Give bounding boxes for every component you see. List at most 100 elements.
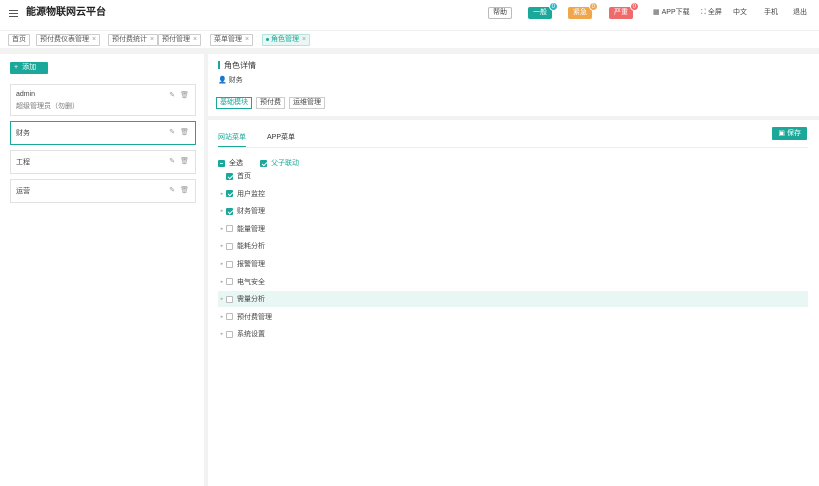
tab-prepaid-statistics[interactable]: 预付费统计 ×: [108, 34, 159, 46]
menu-item-label: 电气安全: [237, 278, 265, 286]
tab-basic-module[interactable]: 基础模块: [216, 97, 252, 109]
tab-label: 预付费统计: [112, 36, 147, 43]
edit-icon[interactable]: ✎: [169, 157, 175, 165]
menu-tree-item[interactable]: ▸ 能耗分析: [218, 238, 808, 254]
menu-tree-item[interactable]: ▸ 报警管理: [218, 256, 808, 272]
add-role-button[interactable]: + 添加: [10, 62, 48, 74]
menu-tree-item[interactable]: 首页: [218, 168, 808, 184]
menu-item-checkbox[interactable]: [226, 295, 233, 303]
menu-tree-item[interactable]: ▸ 系统设置: [218, 326, 808, 342]
alarm-severe-count: 0: [629, 2, 639, 11]
role-card-admin[interactable]: admin 超级管理员（勿删） ✎ 🗑: [10, 84, 196, 116]
menu-item-checkbox[interactable]: [226, 260, 233, 268]
fullscreen-label: 全屏: [707, 9, 722, 16]
tab-ops-management[interactable]: 运维管理: [289, 97, 325, 109]
alarm-urgent-button[interactable]: 紧急 0: [568, 2, 598, 19]
role-description: 超级管理员（勿删）: [16, 103, 79, 110]
menu-tree-item[interactable]: ▸ 电气安全: [218, 274, 808, 290]
selected-role-line: 👤 财务: [218, 75, 243, 85]
menu-tree-item[interactable]: ▸ 财务管理: [218, 203, 808, 219]
expand-arrow-icon[interactable]: ▸: [218, 296, 226, 302]
close-icon[interactable]: ×: [92, 36, 96, 43]
delete-icon[interactable]: 🗑: [180, 186, 189, 194]
menu-item-label: 能量管理: [237, 225, 265, 233]
tab-label: 首页: [12, 36, 26, 43]
tab-label: 角色管理: [271, 36, 299, 43]
select-all-checkbox[interactable]: [218, 159, 225, 167]
expand-arrow-icon[interactable]: ▸: [218, 191, 226, 197]
close-icon[interactable]: ×: [150, 36, 154, 43]
menu-tree-item[interactable]: ▸ 需量分析: [218, 291, 808, 308]
role-card-engineering[interactable]: 工程 ✎ 🗑: [10, 150, 196, 174]
menu-item-checkbox[interactable]: [226, 278, 233, 286]
menu-item-label: 财务管理: [237, 208, 265, 216]
tab-label: 菜单管理: [214, 36, 242, 43]
role-card-operations[interactable]: 运营 ✎ 🗑: [10, 179, 196, 203]
menu-tree-item[interactable]: ▸ 预付费管理: [218, 309, 808, 325]
expand-arrow-icon[interactable]: ▸: [218, 331, 226, 337]
menu-item-label: 预付费管理: [237, 313, 272, 321]
logout-link[interactable]: 退出: [793, 8, 807, 18]
close-icon[interactable]: ×: [193, 36, 197, 43]
menu-item-checkbox[interactable]: [226, 207, 233, 215]
user-icon: 👤: [218, 77, 227, 84]
linkage-option[interactable]: 父子联动: [260, 158, 299, 168]
select-all-option[interactable]: 全选: [218, 158, 243, 168]
add-role-label: 添加: [22, 64, 37, 71]
title-accent-bar: [218, 61, 220, 69]
menu-toggle-icon[interactable]: [9, 10, 18, 18]
edit-icon[interactable]: ✎: [169, 128, 175, 136]
linkage-checkbox[interactable]: [260, 159, 267, 167]
menu-tree-item[interactable]: ▸ 能量管理: [218, 221, 808, 237]
app-download-link[interactable]: ▦ APP下载: [653, 8, 690, 18]
expand-arrow-icon[interactable]: ▸: [218, 279, 226, 285]
menu-tree-item[interactable]: ▸ 用户监控: [218, 186, 808, 202]
tab-web-menu[interactable]: 网站菜单: [218, 132, 246, 142]
tab-menu-management[interactable]: 菜单管理 ×: [210, 34, 254, 46]
menu-item-label: 能耗分析: [237, 243, 265, 251]
menu-permission-panel: 网站菜单 APP菜单 ▣ 保存 全选 父子联动 首页 ▸ 用户监控 ▸ 财务管理 ▸ 能量管…: [208, 120, 819, 486]
save-button[interactable]: ▣ 保存: [772, 127, 807, 140]
tab-app-menu[interactable]: APP菜单: [267, 132, 295, 142]
alarm-severe-button[interactable]: 严重 0: [609, 2, 639, 19]
menu-item-checkbox[interactable]: [226, 242, 233, 250]
role-name: admin: [16, 91, 36, 98]
role-card-finance[interactable]: 财务 ✎ 🗑: [10, 121, 196, 145]
delete-icon[interactable]: 🗑: [180, 91, 189, 99]
menu-item-checkbox[interactable]: [226, 225, 233, 233]
expand-arrow-icon[interactable]: ▸: [218, 261, 226, 267]
expand-arrow-icon[interactable]: ▸: [218, 208, 226, 214]
linkage-label: 父子联动: [271, 160, 299, 167]
language-switch[interactable]: 中文: [733, 8, 747, 18]
tab-prepaid-management[interactable]: 预付管理 ×: [158, 34, 202, 46]
menu-item-checkbox[interactable]: [226, 172, 233, 180]
close-icon[interactable]: ×: [245, 36, 249, 43]
delete-icon[interactable]: 🗑: [180, 128, 189, 136]
top-header: 能源物联网云平台 帮助 一般 0 紧急 0 严重 0 ▦ APP下载 ⛶ 全屏 …: [0, 0, 819, 30]
edit-icon[interactable]: ✎: [169, 186, 175, 194]
detail-title-text: 角色详情: [224, 61, 256, 70]
tab-home[interactable]: 首页: [8, 34, 30, 46]
tab-label: 预付费仪表管理: [40, 36, 89, 43]
expand-arrow-icon[interactable]: ▸: [218, 314, 226, 320]
edit-icon[interactable]: ✎: [169, 91, 175, 99]
menu-item-checkbox[interactable]: [226, 313, 233, 321]
help-button[interactable]: 帮助: [488, 7, 512, 19]
expand-arrow-icon[interactable]: ▸: [218, 226, 226, 232]
alarm-urgent-label: 紧急: [573, 9, 587, 16]
fullscreen-link[interactable]: ⛶ 全屏: [701, 8, 722, 18]
tab-role-management[interactable]: 角色管理 ×: [262, 34, 311, 46]
app-download-label: APP下载: [661, 9, 690, 16]
user-menu[interactable]: 手机: [764, 8, 778, 18]
close-icon[interactable]: ×: [302, 36, 306, 43]
select-all-label: 全选: [229, 160, 243, 167]
tab-prepaid[interactable]: 预付费: [256, 97, 285, 109]
alarm-general-button[interactable]: 一般 0: [528, 2, 558, 19]
menu-item-label: 用户监控: [237, 190, 265, 198]
tab-prepaid-meter-management[interactable]: 预付费仪表管理 ×: [36, 34, 101, 46]
delete-icon[interactable]: 🗑: [180, 157, 189, 165]
menu-item-checkbox[interactable]: [226, 330, 233, 338]
selected-role-name: 财务: [228, 77, 243, 84]
expand-arrow-icon[interactable]: ▸: [218, 243, 226, 249]
menu-item-checkbox[interactable]: [226, 190, 233, 198]
